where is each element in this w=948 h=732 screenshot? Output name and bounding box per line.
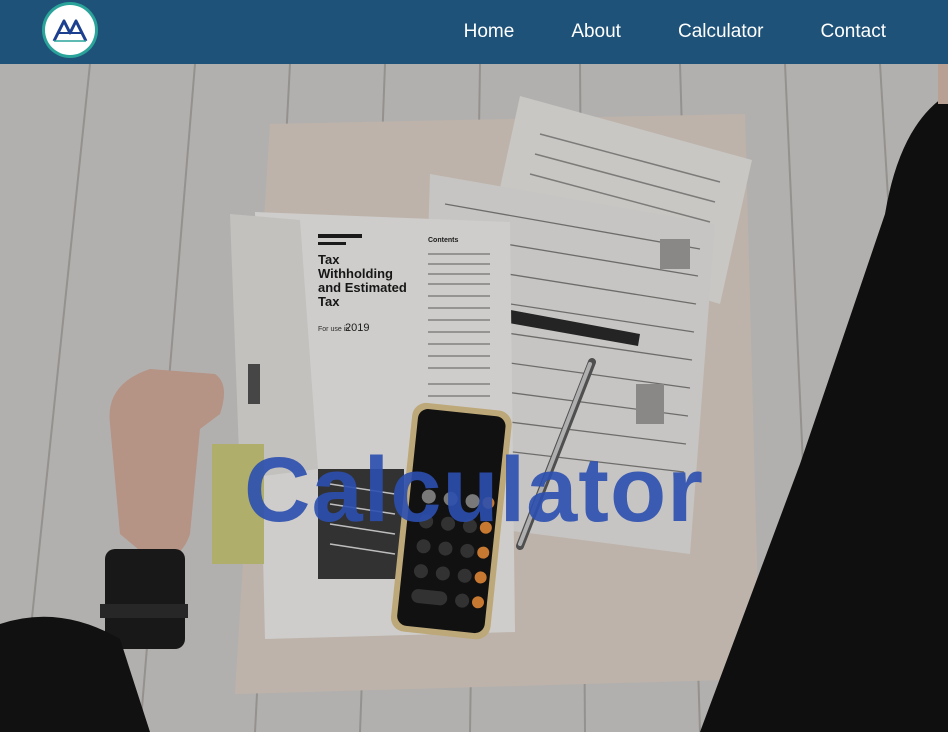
top-navbar: Home About Calculator Contact: [0, 0, 948, 64]
hero-section: Tax Withholding and Estimated Tax For us…: [0, 64, 948, 732]
site-logo[interactable]: [45, 5, 95, 55]
nav-home-link[interactable]: Home: [464, 0, 515, 64]
nav-contact-link[interactable]: Contact: [821, 0, 886, 64]
hero-background-image: Tax Withholding and Estimated Tax For us…: [0, 64, 948, 732]
nav-links: Home About Calculator Contact: [407, 0, 886, 64]
hero-title: Calculator: [244, 438, 704, 541]
nav-about-link[interactable]: About: [571, 0, 621, 64]
logo-monogram-icon: [52, 19, 88, 42]
nav-calculator-link[interactable]: Calculator: [678, 0, 764, 64]
